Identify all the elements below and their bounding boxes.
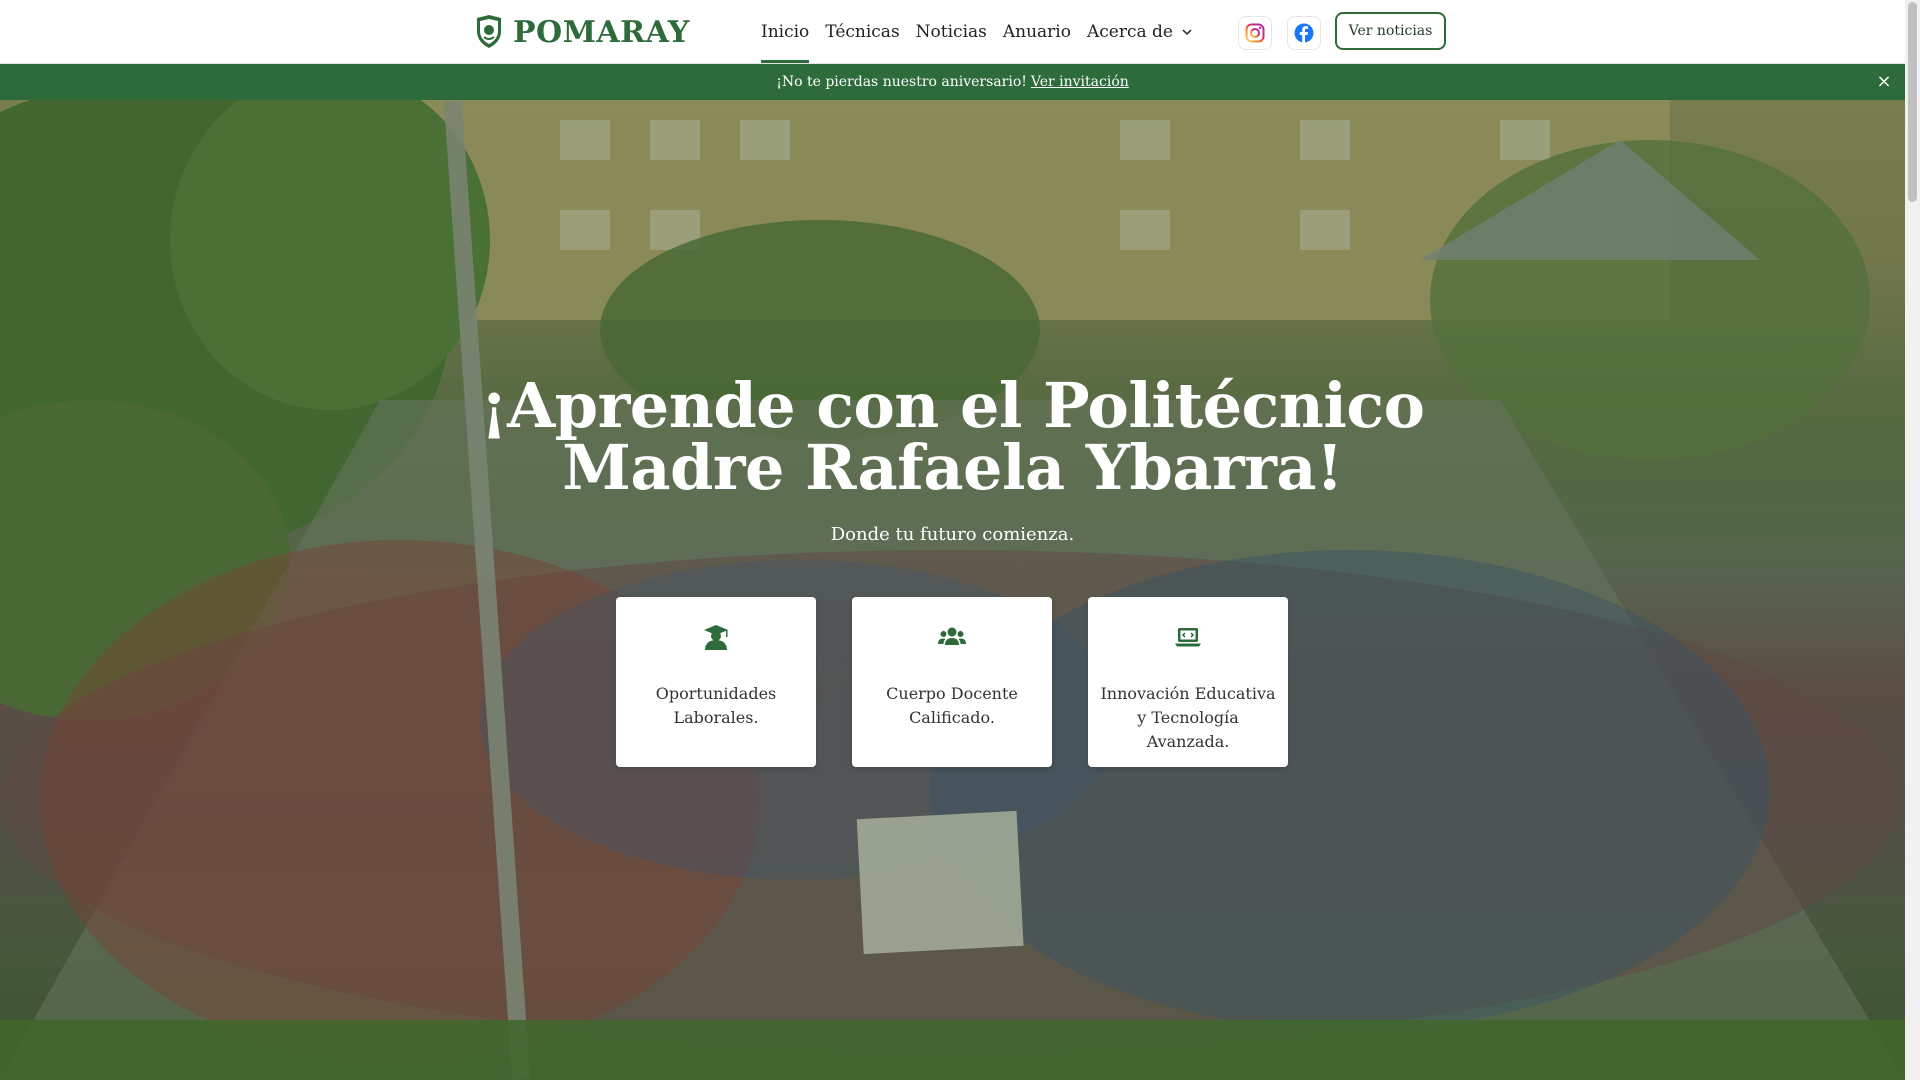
brand-logo[interactable]: POMARAY: [475, 14, 690, 50]
card-label: Innovación Educativa y Tecnología Avanza…: [1100, 684, 1276, 751]
brand-name: POMARAY: [513, 14, 690, 50]
card-label: Cuerpo Docente Calificado.: [886, 684, 1018, 727]
hero-overlay: [0, 100, 1905, 1080]
chevron-down-icon: [1182, 28, 1192, 35]
card-label: Oportunidades Laborales.: [655, 684, 777, 727]
ver-noticias-button[interactable]: Ver noticias: [1335, 12, 1446, 50]
page-scrollbar[interactable]: [1905, 0, 1920, 1080]
main-nav: Inicio Técnicas Noticias Anuario Acerca …: [761, 0, 1209, 63]
laptop-code-icon: [1175, 628, 1201, 647]
feature-card-innovacion[interactable]: Innovación Educativa y Tecnología Avanza…: [1088, 597, 1288, 767]
site-header: POMARAY Inicio Técnicas Noticias Anuario…: [0, 0, 1905, 64]
hero-subtitle: Donde tu futuro comienza.: [830, 524, 1075, 545]
users-icon: [938, 627, 966, 645]
nav-item-tecnicas[interactable]: Técnicas: [825, 0, 899, 63]
feature-card-docentes[interactable]: Cuerpo Docente Calificado.: [852, 597, 1052, 767]
nav-item-inicio[interactable]: Inicio: [761, 0, 810, 63]
nav-item-acerca-de[interactable]: Acerca de: [1087, 0, 1193, 63]
shield-logo-icon: [477, 15, 501, 48]
nav-item-acerca-de-label: Acerca de: [1086, 21, 1173, 42]
facebook-icon: [1294, 23, 1314, 43]
instagram-icon: [1245, 23, 1265, 43]
hero-section: ¡Aprende con el Politécnico Madre Rafael…: [0, 100, 1905, 1080]
close-icon[interactable]: ×: [1874, 72, 1894, 92]
announcement-bar: ¡No te pierdas nuestro aniversario! Ver …: [0, 64, 1905, 100]
feature-card-oportunidades[interactable]: Oportunidades Laborales.: [616, 597, 816, 767]
graduate-icon: [704, 625, 728, 650]
nav-item-noticias[interactable]: Noticias: [916, 0, 987, 63]
facebook-link[interactable]: [1287, 16, 1321, 50]
hero-title: ¡Aprende con el Politécnico Madre Rafael…: [480, 369, 1425, 504]
scrollbar-thumb[interactable]: [1908, 2, 1917, 202]
instagram-link[interactable]: [1238, 16, 1272, 50]
announcement-link[interactable]: Ver invitación: [1031, 74, 1129, 90]
announcement-text: ¡No te pierdas nuestro aniversario!: [776, 74, 1027, 90]
nav-item-anuario[interactable]: Anuario: [1003, 0, 1071, 63]
